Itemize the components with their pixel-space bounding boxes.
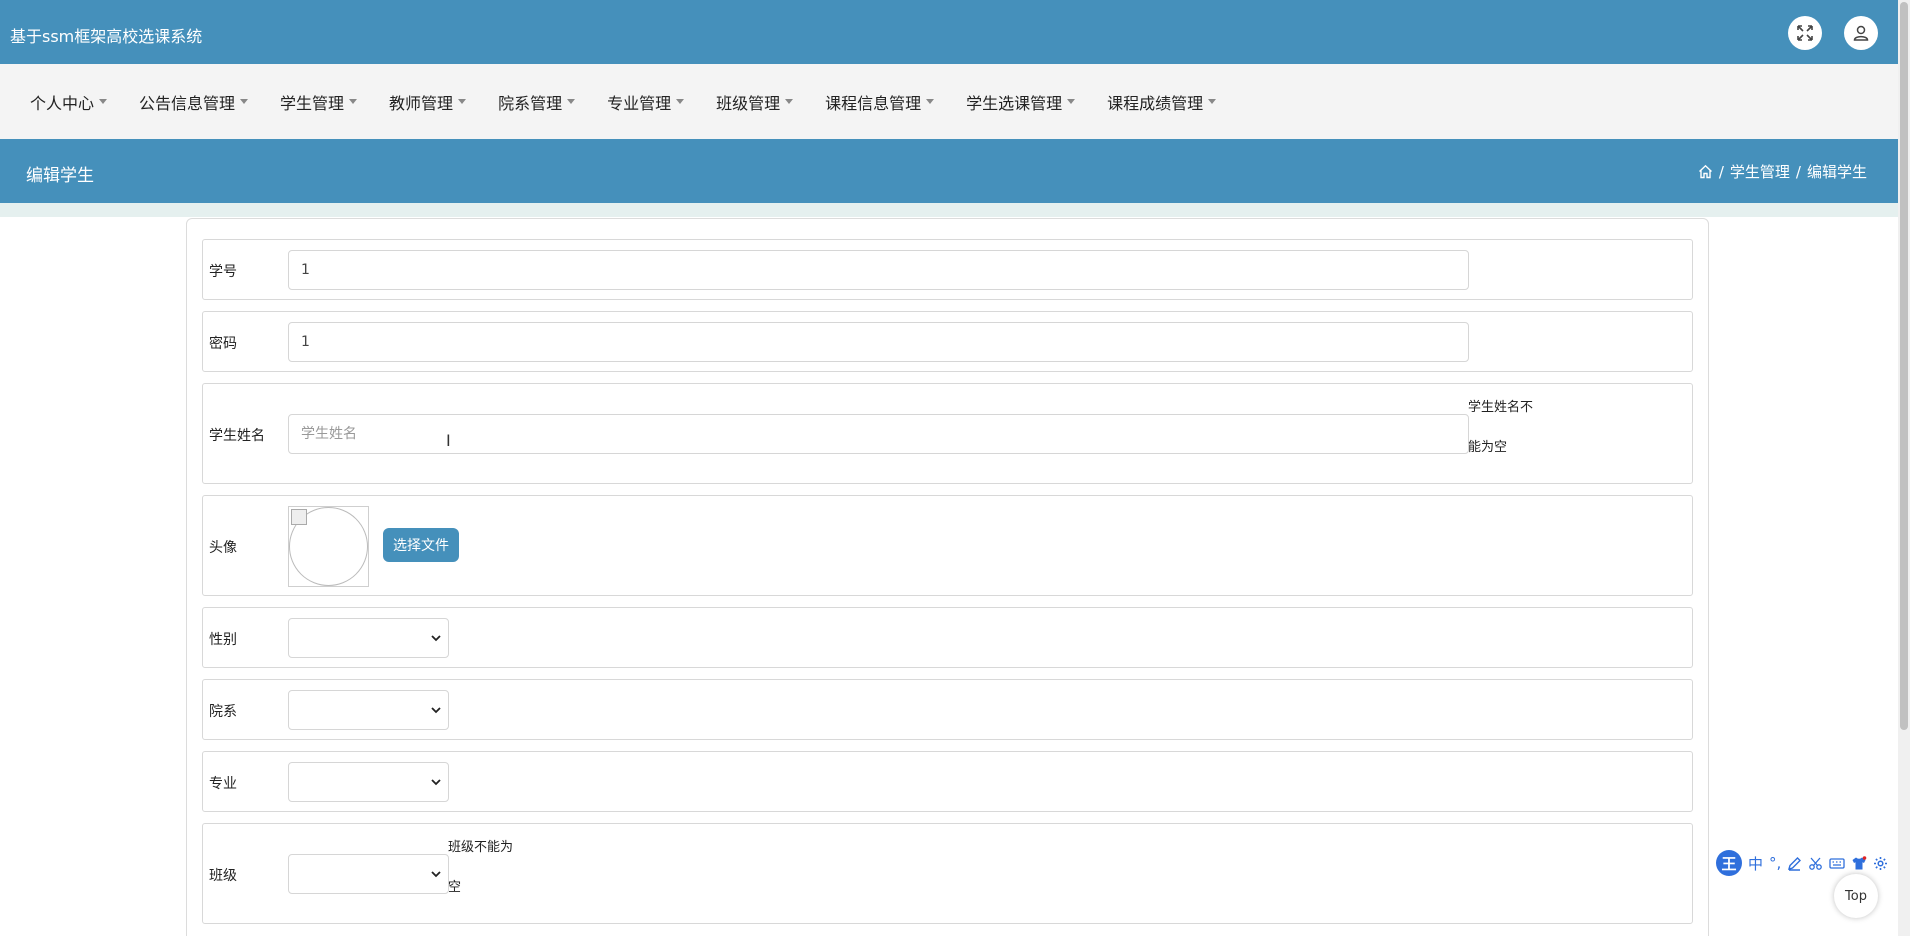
divider-strip — [0, 203, 1898, 217]
caret-down-icon — [926, 99, 935, 104]
major-label: 专业 — [209, 776, 237, 792]
ime-punctuation-toggle[interactable]: °, — [1769, 854, 1781, 872]
student-id-label: 学号 — [209, 264, 237, 280]
caret-down-icon — [676, 99, 685, 104]
form-row-avatar: 头像 选择文件 — [202, 495, 1693, 596]
department-label: 院系 — [209, 704, 237, 720]
chevron-down-icon — [431, 707, 441, 714]
major-select[interactable] — [288, 762, 449, 802]
nav-major-management[interactable]: 专业管理 — [597, 90, 694, 114]
nav-grade-management[interactable]: 课程成绩管理 — [1097, 90, 1226, 114]
nav-course-management[interactable]: 课程信息管理 — [815, 90, 944, 114]
caret-down-icon — [458, 99, 467, 104]
form-row-password: 密码 — [202, 311, 1693, 372]
breadcrumb-separator: / — [1795, 162, 1801, 181]
gender-label: 性别 — [209, 632, 237, 648]
chevron-down-icon — [431, 635, 441, 642]
expand-arrows-icon — [1797, 25, 1813, 41]
caret-down-icon — [567, 99, 576, 104]
student-id-input[interactable] — [288, 250, 1469, 290]
gear-icon[interactable] — [1873, 856, 1888, 871]
top-header: 基于ssm框架高校选课系统 — [0, 0, 1898, 64]
back-to-top-button[interactable]: Top — [1834, 874, 1878, 918]
chevron-down-icon — [431, 779, 441, 786]
system-title: 基于ssm框架高校选课系统 — [10, 27, 203, 46]
breadcrumb-current: 编辑学生 — [1806, 163, 1867, 181]
form-row-department: 院系 — [202, 679, 1693, 740]
form-row-gender: 性别 — [202, 607, 1693, 668]
page-title-bar: 编辑学生 / 学生管理 / 编辑学生 — [0, 139, 1898, 203]
student-name-error: 学生姓名不 — [1468, 400, 1534, 415]
pen-icon[interactable] — [1787, 856, 1802, 871]
password-label: 密码 — [209, 336, 237, 352]
nav-notice-management[interactable]: 公告信息管理 — [129, 90, 258, 114]
ime-mode-toggle[interactable]: 中 — [1748, 853, 1763, 874]
breadcrumb: / 学生管理 / 编辑学生 — [1698, 161, 1867, 182]
fullscreen-button[interactable] — [1788, 16, 1822, 50]
shirt-icon[interactable] — [1851, 855, 1867, 871]
main-nav: 个人中心 公告信息管理 学生管理 教师管理 院系管理 专业管理 班级管理 课程信… — [0, 64, 1898, 139]
breadcrumb-section[interactable]: 学生管理 — [1730, 161, 1790, 182]
page-title: 编辑学生 — [26, 166, 94, 186]
password-input[interactable] — [288, 322, 1469, 362]
breadcrumb-separator: / — [1718, 162, 1724, 181]
avatar — [288, 506, 369, 587]
student-name-input[interactable] — [288, 414, 1469, 454]
choose-file-button[interactable]: 选择文件 — [383, 528, 459, 562]
home-icon[interactable] — [1698, 164, 1713, 179]
nav-teacher-management[interactable]: 教师管理 — [379, 90, 476, 114]
scissors-icon[interactable] — [1808, 856, 1823, 871]
caret-down-icon — [1067, 99, 1076, 104]
student-name-label: 学生姓名 — [209, 428, 265, 444]
broken-image-icon — [291, 509, 307, 525]
class-error: 空 — [448, 880, 462, 895]
nav-student-management[interactable]: 学生管理 — [270, 90, 367, 114]
department-select[interactable] — [288, 690, 449, 730]
class-label: 班级 — [209, 868, 237, 884]
ime-toolbar: 王 中 °, — [1716, 850, 1910, 876]
page-scrollbar[interactable] — [1898, 0, 1910, 936]
caret-down-icon — [349, 99, 358, 104]
user-icon — [1853, 25, 1869, 41]
form-row-student-id: 学号 — [202, 239, 1693, 300]
nav-class-management[interactable]: 班级管理 — [706, 90, 803, 114]
chevron-down-icon — [431, 871, 441, 878]
caret-down-icon — [240, 99, 249, 104]
student-name-error: 能为空 — [1468, 440, 1508, 455]
caret-down-icon — [785, 99, 794, 104]
nav-personal-center[interactable]: 个人中心 — [20, 90, 117, 114]
keyboard-icon[interactable] — [1829, 857, 1845, 870]
form-row-student-name: 学生姓名 学生姓名不 能为空 — [202, 383, 1693, 484]
nav-course-selection-management[interactable]: 学生选课管理 — [956, 90, 1085, 114]
avatar-label: 头像 — [209, 540, 237, 556]
caret-down-icon — [1208, 99, 1217, 104]
text-cursor-icon: I — [446, 431, 451, 450]
nav-department-management[interactable]: 院系管理 — [488, 90, 585, 114]
user-button[interactable] — [1844, 16, 1878, 50]
class-error: 班级不能为 — [448, 840, 514, 855]
ime-logo[interactable]: 王 — [1716, 850, 1742, 876]
scrollbar-thumb[interactable] — [1900, 2, 1908, 730]
gender-select[interactable] — [288, 618, 449, 658]
form-row-class: 班级 班级不能为 空 — [202, 823, 1693, 924]
form-row-major: 专业 — [202, 751, 1693, 812]
caret-down-icon — [99, 99, 108, 104]
class-select[interactable] — [288, 854, 449, 894]
